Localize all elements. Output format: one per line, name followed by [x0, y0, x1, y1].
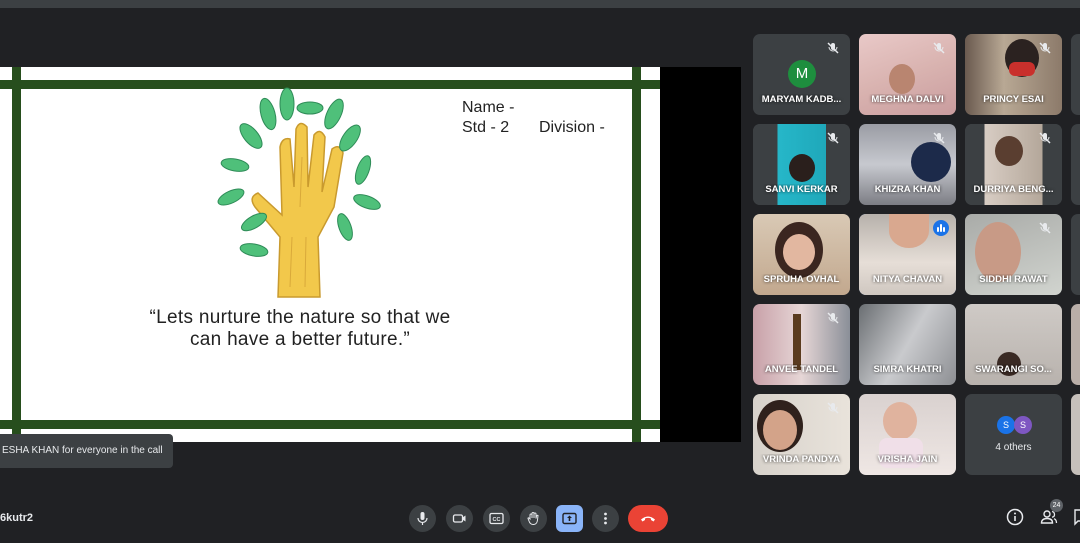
top-bar	[0, 0, 1080, 8]
camera-icon	[452, 514, 466, 523]
mic-off-icon	[1039, 222, 1051, 234]
presentation-stage: Name - Std - 2 Division - “Lets nurture …	[0, 67, 741, 442]
speaking-indicator-icon	[933, 220, 949, 236]
participant-name: SIMRA KHATRI	[873, 364, 942, 375]
participant-tile-partial[interactable]	[1071, 214, 1080, 295]
more-options-button[interactable]	[592, 505, 619, 532]
participant-name: MARYAM KADB...	[761, 94, 842, 105]
present-button[interactable]	[556, 505, 583, 532]
control-bar: 6kutr2 CC	[0, 492, 1080, 543]
end-call-button[interactable]	[628, 505, 668, 532]
hand-tree-illustration	[217, 87, 381, 298]
participant-name: ANVEE TANDEL	[764, 364, 839, 375]
participant-name: PRINCY ESAI	[983, 94, 1044, 105]
participant-name: SPRUHA OVHAL	[763, 274, 840, 285]
participant-tile[interactable]: SIMRA KHATRI	[859, 304, 956, 385]
raise-hand-button[interactable]	[520, 505, 547, 532]
mic-off-icon	[827, 42, 839, 54]
participant-tile-partial[interactable]	[1071, 394, 1080, 475]
chat-icon[interactable]	[1073, 508, 1080, 526]
participant-tile[interactable]: SANVI KERKAR	[753, 124, 850, 205]
camera-button[interactable]	[446, 505, 473, 532]
notification-toast: ESHA KHAN for everyone in the call	[0, 434, 173, 468]
participant-tile-speaking[interactable]: NITYA CHAVAN	[859, 214, 956, 295]
participant-name: VRISHA JAIN	[877, 454, 938, 465]
slide-std-label: Std - 2	[462, 119, 510, 136]
participant-name: SANVI KERKAR	[765, 184, 838, 195]
more-icon	[604, 512, 607, 525]
participant-tile[interactable]: M MARYAM KADB...	[753, 34, 850, 115]
info-icon[interactable]	[1006, 508, 1024, 526]
participant-tile[interactable]: SIDDHI RAWAT	[965, 214, 1062, 295]
participant-tile[interactable]: ANVEE TANDEL	[753, 304, 850, 385]
participant-tile[interactable]: VRISHA JAIN	[859, 394, 956, 475]
participant-tile[interactable]: SPRUHA OVHAL	[753, 214, 850, 295]
slide-frame-left	[12, 67, 21, 442]
participant-name: DURRIYA BENG...	[973, 184, 1054, 195]
participant-tile[interactable]: PRINCY ESAI	[965, 34, 1062, 115]
avatar: M	[788, 60, 816, 88]
participant-tile[interactable]: SWARANGI SO...	[965, 304, 1062, 385]
slide-name-label: Name -	[462, 99, 515, 116]
shared-slide: Name - Std - 2 Division - “Lets nurture …	[0, 67, 660, 442]
participant-tile[interactable]: MEGHNA DALVI	[859, 34, 956, 115]
captions-icon: CC	[489, 512, 504, 525]
meeting-code: 6kutr2	[0, 512, 34, 524]
present-icon	[562, 512, 577, 525]
raise-hand-icon	[527, 511, 539, 526]
people-count-badge: 24	[1050, 499, 1063, 512]
avatar: S	[997, 416, 1015, 434]
avatar: S	[1014, 416, 1032, 434]
mic-button[interactable]	[409, 505, 436, 532]
mic-off-icon	[1039, 42, 1051, 54]
participant-name: VRINDA PANDYA	[762, 454, 841, 465]
slide-frame-bottom	[0, 420, 660, 429]
participant-tile-partial[interactable]	[1071, 304, 1080, 385]
participant-tile[interactable]: DURRIYA BENG...	[965, 124, 1062, 205]
participant-name: NITYA CHAVAN	[872, 274, 943, 285]
participant-tile-partial[interactable]	[1071, 124, 1080, 205]
svg-text:CC: CC	[493, 517, 501, 523]
slide-quote: “Lets nurture the nature so that we can …	[149, 307, 451, 350]
mic-icon	[417, 512, 428, 525]
mic-off-icon	[1039, 132, 1051, 144]
slide-frame-right	[632, 67, 641, 442]
mic-off-icon	[933, 42, 945, 54]
mic-off-icon	[827, 312, 839, 324]
others-label: 4 others	[995, 442, 1032, 453]
end-call-icon	[641, 516, 655, 522]
participant-tile[interactable]: VRINDA PANDYA	[753, 394, 850, 475]
participant-name: MEGHNA DALVI	[871, 94, 944, 105]
participant-name: SIDDHI RAWAT	[979, 274, 1048, 285]
mic-off-icon	[933, 132, 945, 144]
others-tile[interactable]: S S 4 others	[965, 394, 1062, 475]
mic-off-icon	[827, 132, 839, 144]
participant-name: KHIZRA KHAN	[874, 184, 941, 195]
slide-division-label: Division -	[539, 119, 605, 136]
participant-name: SWARANGI SO...	[975, 364, 1052, 375]
mic-off-icon	[827, 402, 839, 414]
participant-tile[interactable]: KHIZRA KHAN	[859, 124, 956, 205]
participant-tile-partial[interactable]	[1071, 34, 1080, 115]
captions-button[interactable]: CC	[483, 505, 510, 532]
